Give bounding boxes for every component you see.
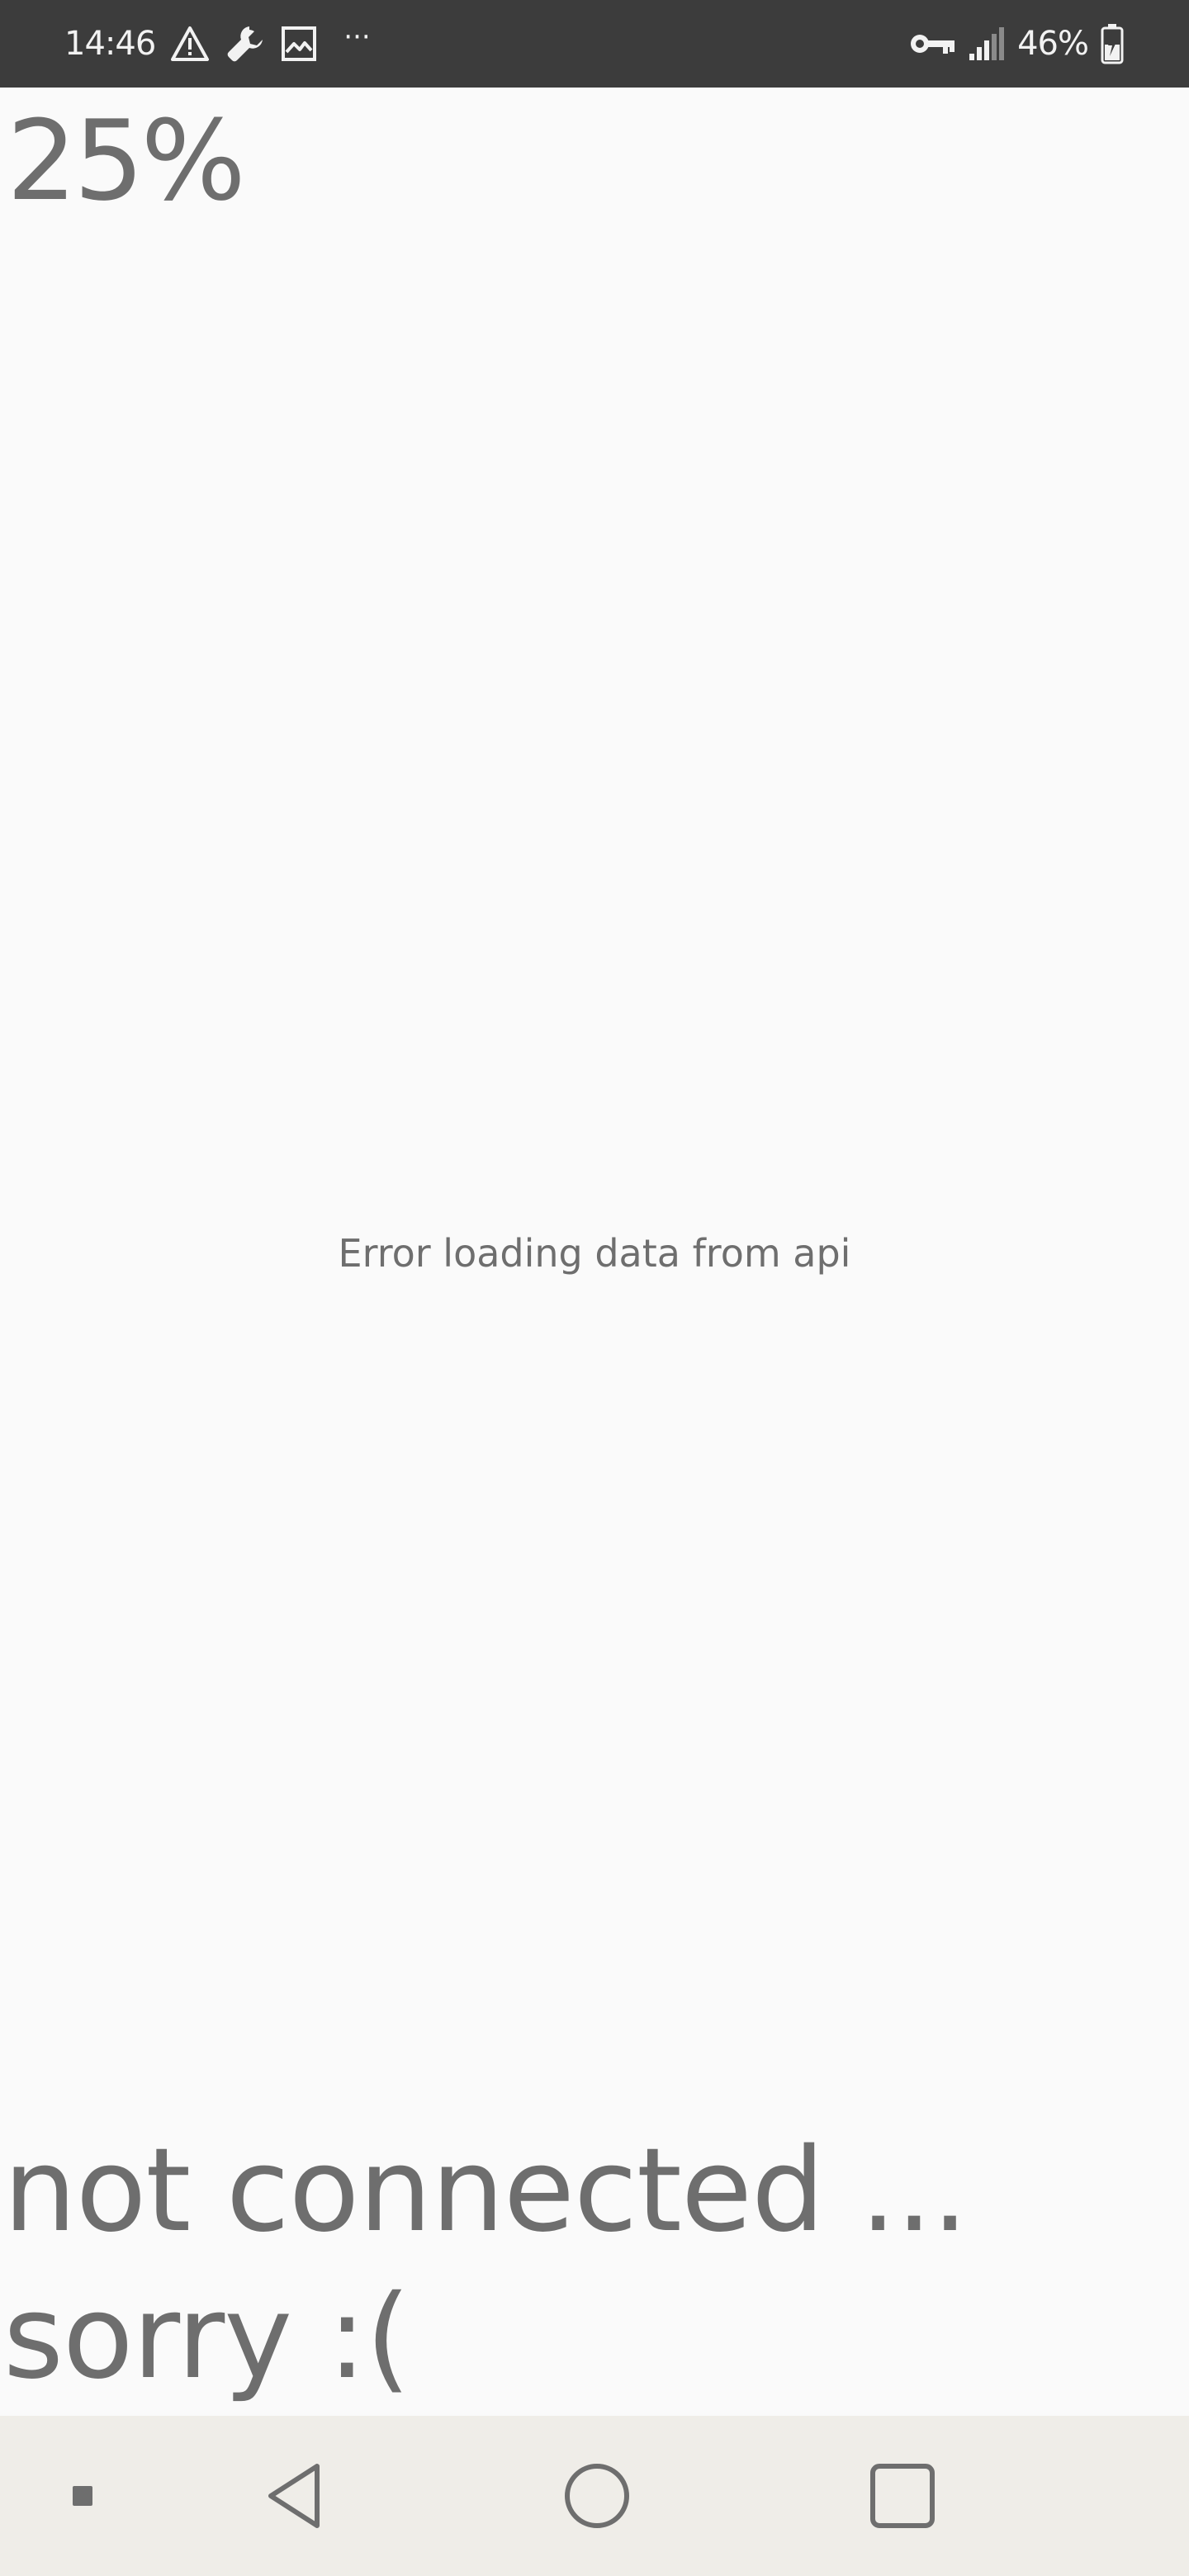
- recents-icon: [870, 2464, 935, 2528]
- status-right: 46%: [908, 0, 1125, 88]
- back-button[interactable]: [248, 2416, 347, 2576]
- back-icon: [268, 2464, 320, 2528]
- error-message: Error loading data from api: [338, 1231, 851, 1276]
- keyboard-indicator-button[interactable]: [50, 2416, 116, 2576]
- recents-button[interactable]: [853, 2416, 952, 2576]
- connection-status-line: not connected ...: [3, 2124, 969, 2258]
- home-icon: [565, 2464, 629, 2528]
- progress-percent: 25%: [7, 97, 246, 225]
- battery-icon: [1100, 23, 1125, 64]
- square-dot-icon: [73, 2486, 92, 2506]
- status-bar: 14:46 ··· 46%: [0, 0, 1189, 88]
- navigation-bar: [0, 2416, 1189, 2576]
- image-icon: [281, 26, 317, 62]
- signal-icon: [968, 26, 1006, 62]
- warning-icon: [170, 26, 210, 62]
- vpn-key-icon: [908, 31, 956, 57]
- app-screen: 14:46 ··· 46% 25% Error loading data fro…: [0, 0, 1189, 2576]
- battery-percent: 46%: [1017, 25, 1089, 63]
- apology-line: sorry :(: [3, 2271, 410, 2405]
- connection-status-message: not connected ... sorry :(: [3, 2118, 1176, 2412]
- wrench-icon: [225, 23, 266, 64]
- status-time: 14:46: [64, 25, 156, 63]
- home-button[interactable]: [547, 2416, 647, 2576]
- status-left: 14:46 ···: [64, 0, 371, 88]
- more-notifications-indicator: ···: [343, 21, 371, 54]
